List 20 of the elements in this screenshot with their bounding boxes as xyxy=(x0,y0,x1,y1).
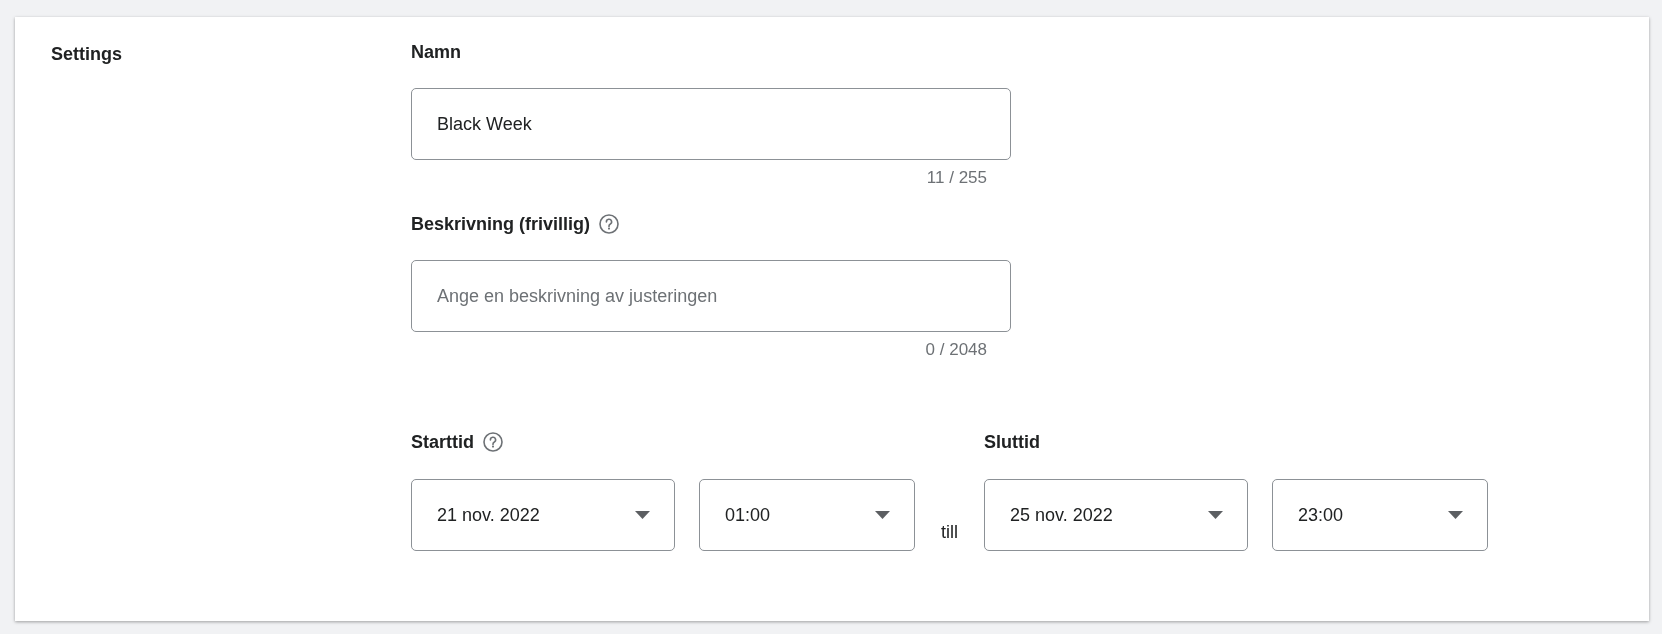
caret-icon xyxy=(1448,511,1463,519)
field-label: Starttid xyxy=(411,431,474,453)
field-label: Sluttid xyxy=(984,431,1040,453)
date-dropdown[interactable]: 21 nov. 2022 xyxy=(411,479,675,551)
caret-icon xyxy=(1208,511,1223,519)
time-dropdown[interactable]: 01:00 xyxy=(699,479,915,551)
field-label: Namn xyxy=(411,41,461,63)
caret-icon xyxy=(875,511,890,519)
section-title: Settings xyxy=(51,44,122,64)
time-dropdown[interactable]: 23:00 xyxy=(1272,479,1488,551)
field-label: Beskrivning (frivillig) xyxy=(411,213,591,235)
character-counter: 11 / 255 xyxy=(926,168,987,187)
range-separator: till xyxy=(941,522,958,542)
caret-icon xyxy=(635,511,650,519)
description-input[interactable]: Ange en beskrivning av justeringen xyxy=(411,260,1011,332)
help-icon[interactable] xyxy=(483,432,503,452)
date-dropdown[interactable]: 25 nov. 2022 xyxy=(984,479,1248,551)
help-icon[interactable] xyxy=(599,214,620,234)
character-counter: 0 / 2048 xyxy=(925,340,987,359)
text-input[interactable]: Black Week xyxy=(411,88,1011,160)
